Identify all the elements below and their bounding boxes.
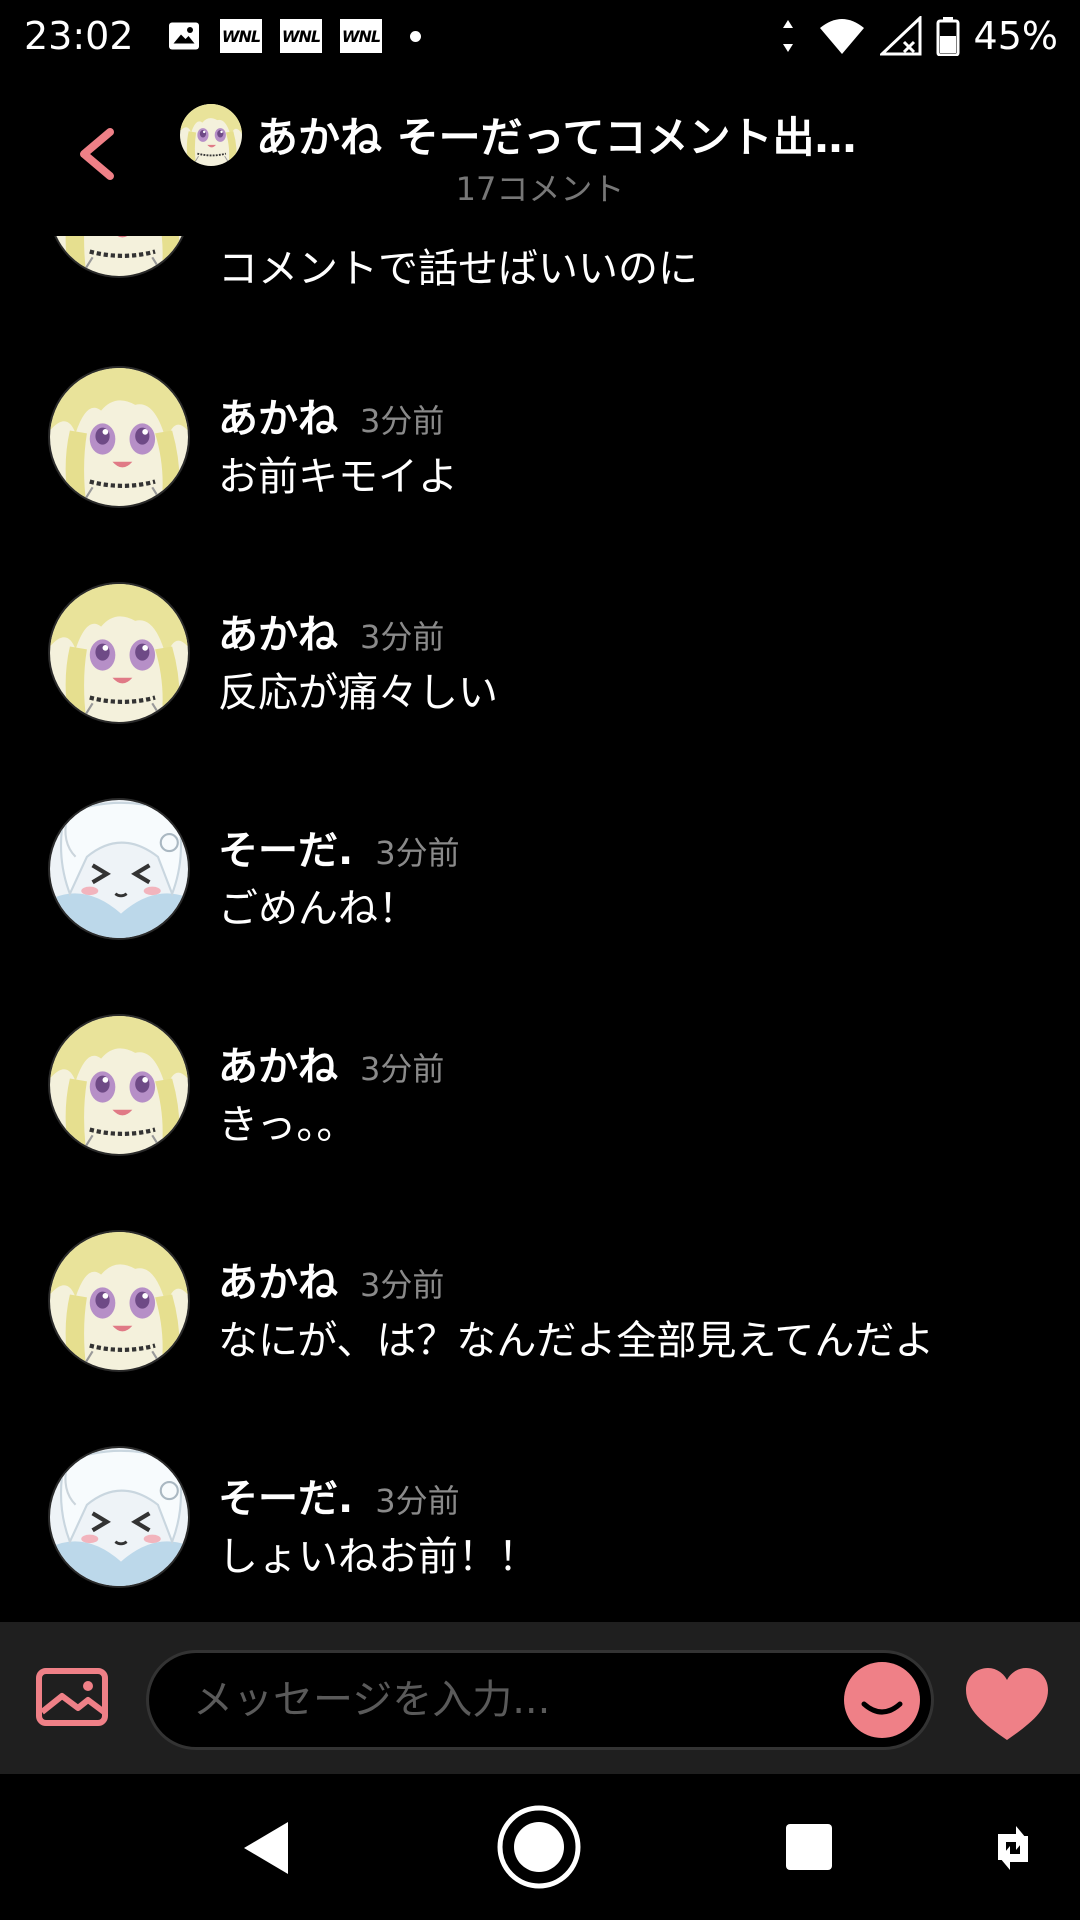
chat-title: あかね そーだってコメント出話... bbox=[256, 113, 896, 162]
nav-back-button[interactable] bbox=[242, 1820, 292, 1876]
message-composer bbox=[0, 1622, 1080, 1774]
message-text: お前キモイよ bbox=[218, 454, 458, 500]
data-activity-icon bbox=[782, 20, 793, 52]
wifi-icon bbox=[819, 19, 864, 54]
avatar[interactable] bbox=[48, 798, 190, 940]
more-notifications-dot-icon bbox=[410, 30, 421, 42]
message-list[interactable]: コメントで話せばいいのに あかね 3分前 お前キモイよ あかね 3分前 反応が痛… bbox=[0, 236, 1080, 1622]
avatar[interactable] bbox=[48, 236, 190, 278]
message-author[interactable]: あかね bbox=[218, 602, 338, 660]
battery-icon bbox=[936, 17, 960, 56]
chat-header: あかね そーだってコメント出話... 17コメント bbox=[0, 76, 1080, 236]
message-timestamp: 3分前 bbox=[360, 402, 445, 440]
message-item: あかね 3分前 きっ。。 bbox=[0, 1014, 1080, 1194]
app-notification-icon: WNL bbox=[220, 19, 262, 53]
message-item: そーだ. 3分前 ごめんね！ bbox=[0, 798, 1080, 978]
message-text: ごめんね！ bbox=[218, 886, 418, 932]
avatar[interactable] bbox=[48, 1230, 190, 1372]
message-text: しょいねお前！！ bbox=[218, 1534, 538, 1580]
app-notification-icon: WNL bbox=[280, 19, 322, 53]
message-text: なにが、は？なんだよ全部見えてんだよ bbox=[218, 1318, 935, 1364]
attach-image-button[interactable] bbox=[36, 1668, 108, 1726]
message-item: そーだ. 3分前 しょいねお前！！ bbox=[0, 1446, 1080, 1622]
system-nav-bar bbox=[0, 1774, 1080, 1920]
avatar[interactable] bbox=[48, 582, 190, 724]
rotate-screen-button[interactable] bbox=[992, 1820, 1034, 1876]
message-timestamp: 3分前 bbox=[360, 618, 445, 656]
avatar[interactable] bbox=[48, 1446, 190, 1588]
message-input[interactable] bbox=[146, 1650, 934, 1750]
header-avatar[interactable] bbox=[180, 104, 242, 166]
cell-signal-icon bbox=[879, 16, 922, 56]
smile-icon bbox=[861, 1701, 903, 1715]
status-time: 23:02 bbox=[24, 14, 134, 58]
emoji-button[interactable] bbox=[844, 1662, 920, 1738]
heart-button[interactable] bbox=[964, 1666, 1050, 1742]
message-timestamp: 3分前 bbox=[360, 1050, 445, 1088]
battery-percent: 45% bbox=[973, 14, 1058, 58]
avatar[interactable] bbox=[48, 1014, 190, 1156]
comment-count: 17コメント bbox=[455, 170, 625, 208]
avatar[interactable] bbox=[48, 366, 190, 508]
message-text: 反応が痛々しい bbox=[218, 670, 498, 716]
system-icons: 45% bbox=[782, 14, 1058, 58]
nav-home-button[interactable] bbox=[496, 1804, 582, 1890]
message-author[interactable]: そーだ. bbox=[218, 1466, 353, 1524]
image-notification-icon bbox=[169, 22, 199, 50]
status-bar: 23:02 WNL WNL WNL 45% bbox=[0, 0, 1080, 76]
message-timestamp: 3分前 bbox=[360, 1266, 445, 1304]
notification-icons: WNL WNL WNL bbox=[166, 18, 421, 54]
app-notification-icon: WNL bbox=[340, 19, 382, 53]
message-text: きっ。。 bbox=[218, 1102, 357, 1148]
message-item: あかね 3分前 お前キモイよ bbox=[0, 366, 1080, 546]
message-item: あかね 3分前 なにが、は？なんだよ全部見えてんだよ bbox=[0, 1230, 1080, 1410]
nav-recents-button[interactable] bbox=[786, 1824, 832, 1870]
message-author[interactable]: あかね bbox=[218, 1250, 338, 1308]
message-item: あかね 3分前 反応が痛々しい bbox=[0, 582, 1080, 762]
message-timestamp: 3分前 bbox=[375, 1482, 460, 1520]
message-text: コメントで話せばいいのに bbox=[218, 246, 698, 292]
message-author[interactable]: そーだ. bbox=[218, 818, 353, 876]
message-author[interactable]: あかね bbox=[218, 386, 338, 444]
message-timestamp: 3分前 bbox=[375, 834, 460, 872]
message-author[interactable]: あかね bbox=[218, 1034, 338, 1092]
